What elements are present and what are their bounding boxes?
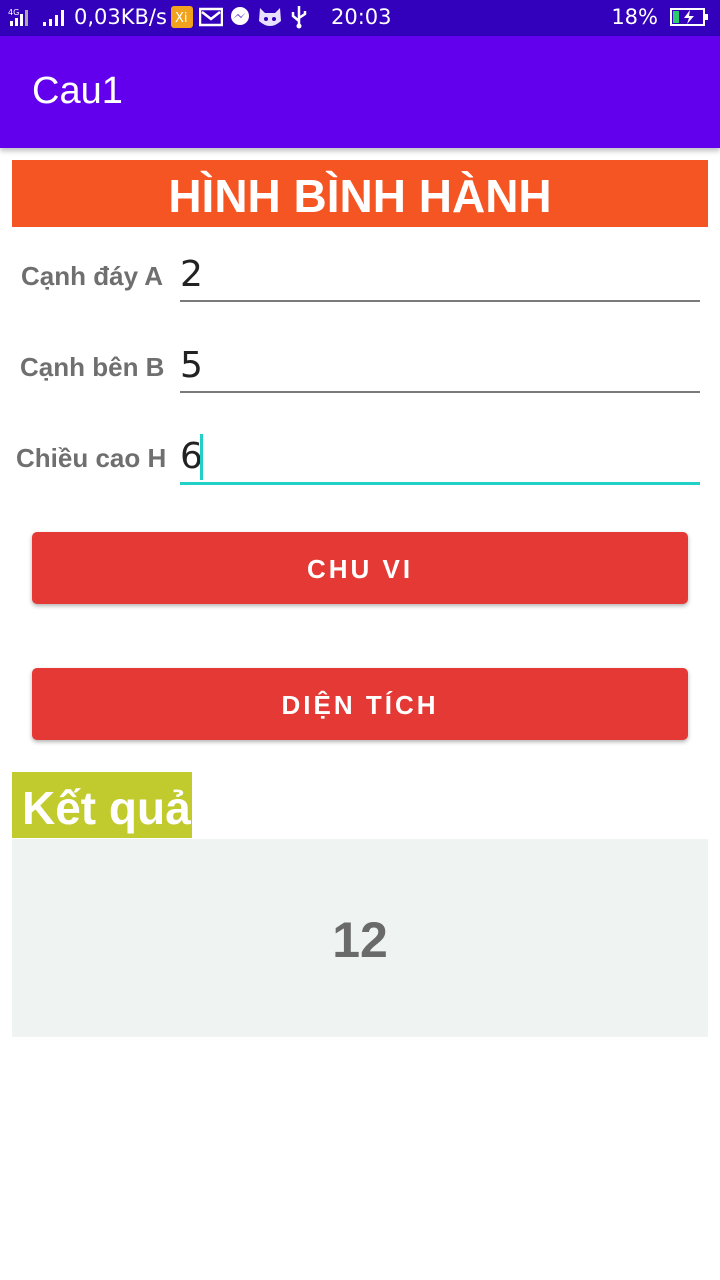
app-bar: Cau1 bbox=[0, 36, 720, 148]
usb-icon bbox=[289, 5, 309, 29]
height-label: Chiều cao H bbox=[16, 443, 167, 473]
cat-app-icon bbox=[257, 5, 283, 29]
network-speed: 0,03KB/s bbox=[74, 5, 167, 29]
app-title: Cau1 bbox=[32, 70, 123, 112]
battery-level: 18% bbox=[611, 5, 658, 29]
lateral-side-value: 5 bbox=[180, 345, 203, 386]
lateral-side-input[interactable]: 5 bbox=[180, 341, 700, 393]
signal-icon: 4G bbox=[8, 7, 36, 27]
page-title: HÌNH BÌNH HÀNH bbox=[12, 160, 708, 227]
status-bar-left: 4G 0,03KB/s Xi bbox=[8, 5, 315, 29]
result-label: Kết quả bbox=[12, 772, 192, 838]
lateral-side-label: Cạnh bên B bbox=[20, 352, 165, 382]
base-side-value: 2 bbox=[180, 254, 203, 295]
battery-charging-icon bbox=[670, 7, 710, 27]
area-button[interactable]: DIỆN TÍCH bbox=[32, 668, 688, 740]
result-value: 12 bbox=[332, 912, 388, 968]
svg-text:4G: 4G bbox=[8, 8, 19, 17]
xiaomi-app-icon: Xi bbox=[170, 6, 193, 28]
signal-icon bbox=[42, 7, 68, 27]
mail-icon bbox=[198, 7, 223, 27]
messenger-icon bbox=[229, 6, 251, 28]
perimeter-button[interactable]: CHU VI bbox=[32, 532, 688, 604]
status-bar-right: 18% bbox=[611, 5, 710, 29]
base-side-input[interactable]: 2 bbox=[180, 250, 700, 302]
result-box: 12 bbox=[12, 839, 708, 1037]
clock: 20:03 bbox=[331, 5, 392, 29]
base-side-label: Cạnh đáy A bbox=[21, 261, 164, 291]
height-input[interactable]: 6 bbox=[180, 432, 700, 485]
status-bar: 4G 0,03KB/s Xi 20:03 18% bbox=[0, 0, 720, 36]
svg-text:Xi: Xi bbox=[175, 11, 188, 26]
text-cursor bbox=[200, 434, 203, 480]
